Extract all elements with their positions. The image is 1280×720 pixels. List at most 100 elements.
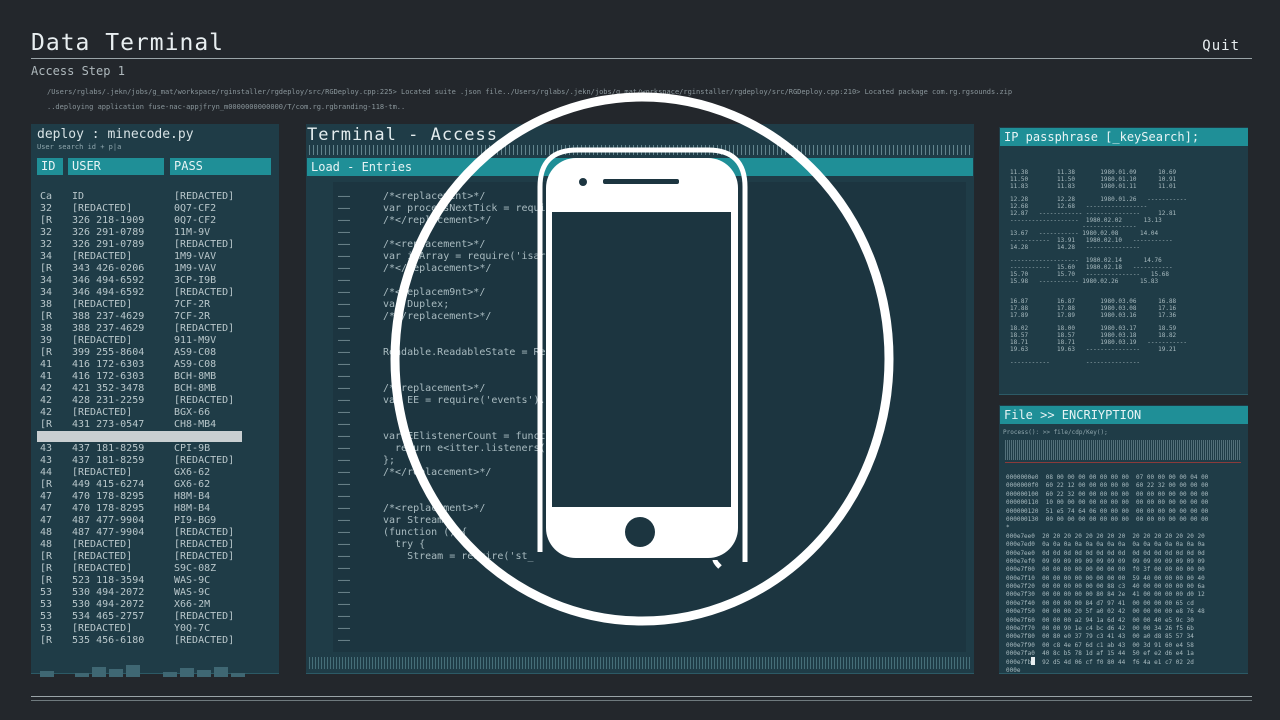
cell-id: 43 [40, 443, 53, 454]
table-row[interactable]: [R 399 255-8604 AS9-C08 [40, 347, 254, 359]
hex-row: 000e7f70 00 00 90 1e c4 bc d6 42 00 00 3… [1006, 625, 1194, 633]
gutter-mark: —— [338, 407, 351, 418]
table-row[interactable]: 43 437 181-8259 CPI-9B [40, 443, 254, 455]
cell-pass: BGX-66 [174, 407, 211, 418]
cell-user: 470 178-8295 [72, 491, 145, 502]
table-row[interactable]: 41 416 172-6303 BCH-8MB [40, 371, 254, 383]
cell-id: 34 [40, 287, 53, 298]
cell-id: 34 [40, 251, 53, 262]
table-row[interactable]: 39 [REDACTED] 911-M9V [40, 335, 254, 347]
column-header-user[interactable]: USER [68, 158, 164, 175]
ip-row [1010, 286, 1187, 293]
table-row[interactable]: 47 470 178-8295 H8M-B4 [40, 503, 254, 515]
table-row[interactable]: 53 534 465-2757 [REDACTED] [40, 611, 254, 623]
table-row[interactable]: 38 388 237-4629 [REDACTED] [40, 323, 254, 335]
encryption-waveform [1005, 440, 1241, 460]
table-row[interactable]: 34 346 494-6592 [REDACTED] [40, 287, 254, 299]
table-row[interactable]: Ca ID [REDACTED] [40, 191, 254, 203]
table-row[interactable]: 41 416 172-6303 AS9-C08 [40, 359, 254, 371]
gutter-mark: —— [338, 539, 351, 550]
table-row[interactable]: 43 437 181-8259 [REDACTED] [40, 455, 254, 467]
table-row[interactable]: [R [REDACTED] [REDACTED] [40, 551, 254, 563]
table-row[interactable]: [R 388 237-4629 7CF-2R [40, 311, 254, 323]
deploy-search-label: User search id + p|a [37, 143, 122, 151]
table-row[interactable]: 47 487 477-9904 PI9-BG9 [40, 515, 254, 527]
cell-id: 44 [40, 467, 53, 478]
table-row[interactable]: 42 [REDACTED] BGX-66 [40, 407, 254, 419]
cell-user: 449 415-6274 [72, 479, 145, 490]
table-row[interactable]: 32 [REDACTED] 0Q7-CF2 [40, 203, 254, 215]
cell-id: 53 [40, 623, 53, 634]
table-row[interactable]: 42 428 231-2259 [REDACTED] [40, 395, 254, 407]
gutter-mark: —— [338, 527, 351, 538]
table-row[interactable]: [R 326 218-1909 0Q7-CF2 [40, 215, 254, 227]
column-header-id[interactable]: ID [37, 158, 63, 175]
table-row[interactable]: 53 [REDACTED] Y0Q-7C [40, 623, 254, 635]
gutter-mark: —— [338, 395, 351, 406]
table-row[interactable]: 48 [REDACTED] [REDACTED] [40, 539, 254, 551]
table-row[interactable]: 32 326 291-0789 [REDACTED] [40, 239, 254, 251]
cell-user: [REDACTED] [72, 623, 133, 634]
cell-pass: 3CP-I9B [174, 275, 217, 286]
cell-pass: [REDACTED] [174, 323, 235, 334]
cell-pass: [REDACTED] [174, 527, 235, 538]
gutter-mark: —— [338, 383, 351, 394]
table-row[interactable] [40, 431, 254, 443]
cell-user: [REDACTED] [72, 551, 133, 562]
cell-pass: [REDACTED] [174, 611, 235, 622]
cell-pass: 0Q7-CF2 [174, 203, 217, 214]
cell-user: 534 465-2757 [72, 611, 145, 622]
gutter-mark: —— [338, 479, 351, 490]
cell-id: 32 [40, 227, 53, 238]
quit-button[interactable]: Quit [1202, 38, 1240, 54]
hex-row: 000e7f20 00 00 00 00 00 00 88 c3 40 00 0… [1006, 583, 1205, 591]
table-row[interactable]: 48 487 477-9904 [REDACTED] [40, 527, 254, 539]
table-row[interactable]: 38 [REDACTED] 7CF-2R [40, 299, 254, 311]
hex-row: 0000000e0 08 00 00 00 00 00 00 00 07 00 … [1006, 474, 1209, 481]
table-row[interactable]: 32 326 291-0789 11M-9V [40, 227, 254, 239]
table-row[interactable]: 53 530 494-2072 X66-2M [40, 599, 254, 611]
cell-id: [R [40, 575, 53, 586]
footer-divider-secondary [31, 700, 1252, 701]
hex-row: 000e7ed0 0a 0a 0a 0a 0a 0a 0a 0a 0a 0a 0… [1006, 541, 1205, 549]
cell-id: [R [40, 263, 53, 274]
ip-row: 11.83 11.83 1980.01.11 11.01 [1010, 182, 1177, 190]
table-row[interactable]: [R 449 415-6274 GX6-62 [40, 479, 254, 491]
hex-row: 000e7f60 00 00 00 a2 94 1a 6d 42 00 00 4… [1006, 616, 1194, 624]
cell-user: 437 181-8259 [72, 455, 145, 466]
cell-user: 388 237-4629 [72, 323, 145, 334]
cell-id: [R [40, 311, 53, 322]
table-row[interactable]: 44 [REDACTED] GX6-62 [40, 467, 254, 479]
deploy-title: deploy : minecode.py [37, 127, 194, 142]
cell-pass: 11M-9V [174, 227, 211, 238]
cell-id: [R [40, 419, 53, 430]
cell-id: 32 [40, 239, 53, 250]
table-row[interactable]: 34 [REDACTED] 1M9-VAV [40, 251, 254, 263]
table-row[interactable]: 53 530 494-2072 WAS-9C [40, 587, 254, 599]
gutter-mark: —— [338, 347, 351, 358]
table-row[interactable]: 47 470 178-8295 H8M-B4 [40, 491, 254, 503]
cell-user: [REDACTED] [72, 335, 133, 346]
cell-pass: CPI-9B [174, 443, 211, 454]
table-row[interactable]: 34 346 494-6592 3CP-I9B [40, 275, 254, 287]
ip-passphrase-header: IP passphrase [_keySearch]; [1000, 128, 1248, 146]
column-header-pass[interactable]: PASS [170, 158, 271, 175]
table-row[interactable]: 42 421 352-3478 BCH-8MB [40, 383, 254, 395]
cell-id: Ca [40, 191, 53, 202]
hex-row: 000000110 10 00 00 00 00 00 00 00 00 00 … [1006, 499, 1209, 507]
table-row[interactable]: [R [REDACTED] S9C-08Z [40, 563, 254, 575]
cell-user: 416 172-6303 [72, 371, 145, 382]
hex-row: 000000100 60 22 32 00 00 00 00 00 00 00 … [1006, 490, 1209, 498]
gutter-mark: —— [338, 263, 351, 274]
gutter-mark: —— [338, 227, 351, 238]
table-row[interactable]: [R 431 273-0547 CH8-MB4 [40, 419, 254, 431]
gutter-mark: —— [338, 299, 351, 310]
cell-pass: [REDACTED] [174, 239, 235, 250]
cell-pass: Y0Q-7C [174, 623, 211, 634]
table-row[interactable]: [R 535 456-6180 [REDACTED] [40, 635, 254, 647]
line-gutter: —— —— —— —— —— —— —— —— —— —— —— —— —— —— —— —— —— —— —— ——… [338, 191, 350, 647]
gutter-mark: —— [338, 311, 351, 322]
table-row[interactable]: [R 343 426-0206 1M9-VAV [40, 263, 254, 275]
cell-user: 530 494-2072 [72, 599, 145, 610]
table-row[interactable]: [R 523 118-3594 WAS-9C [40, 575, 254, 587]
